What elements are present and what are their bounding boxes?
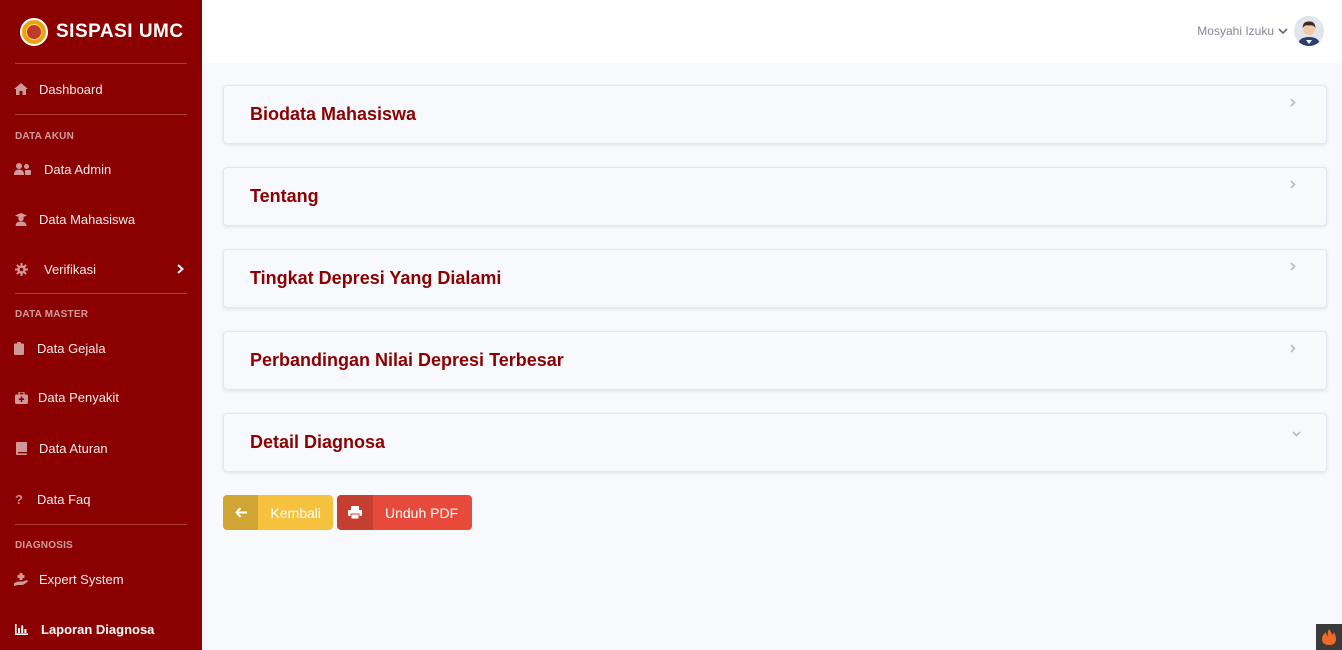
sidebar-item-data-aturan[interactable]: Data Aturan (0, 423, 202, 474)
sidebar-item-data-gejala[interactable]: Data Gejala (0, 324, 202, 372)
back-button[interactable]: Kembali (223, 495, 333, 530)
avatar[interactable] (1294, 16, 1324, 46)
back-button-label: Kembali (270, 504, 321, 521)
accordion-tingkat-depresi[interactable]: Tingkat Depresi Yang Dialami (223, 249, 1327, 308)
sidebar-heading-diagnosis: DIAGNOSIS (15, 540, 73, 551)
accordion-detail-diagnosa[interactable]: Detail Diagnosa (223, 413, 1327, 472)
brand-logo-icon (20, 17, 48, 46)
brand-title: SISPASI UMC (56, 20, 184, 42)
clipboard-icon (14, 341, 24, 355)
chevron-right-icon (1290, 262, 1300, 272)
download-pdf-label: Unduh PDF (385, 504, 459, 521)
sidebar-item-verifikasi[interactable]: Verifikasi (0, 245, 202, 293)
sidebar-item-label: Verifikasi (44, 261, 97, 277)
sidebar-item-label: Data Mahasiswa (39, 211, 136, 227)
sidebar-item-data-admin[interactable]: Data Admin (0, 145, 202, 193)
chevron-down-icon (1292, 428, 1302, 438)
chevron-right-icon (1290, 344, 1300, 354)
accordion-tentang[interactable]: Tentang (223, 167, 1327, 226)
home-icon (14, 82, 28, 96)
sidebar-item-label: Data Admin (44, 161, 112, 177)
sidebar: SISPASI UMC Dashboard DATA AKUN Data Adm… (0, 0, 202, 650)
arrow-left-icon (223, 495, 259, 530)
sidebar-item-label: Laporan Diagnosa (41, 621, 155, 637)
sidebar-item-label: Data Gejala (37, 340, 106, 356)
sidebar-item-dashboard[interactable]: Dashboard (0, 64, 202, 114)
sidebar-item-label: Data Penyakit (38, 390, 119, 405)
sidebar-item-laporan-diagnosa[interactable]: Laporan Diagnosa (0, 603, 202, 650)
question-icon: ? (15, 491, 23, 507)
section-title: Tingkat Depresi Yang Dialami (250, 268, 502, 288)
users-cog-icon (14, 162, 32, 176)
hand-holding-medical-icon (14, 572, 28, 586)
sidebar-item-data-faq[interactable]: ? Data Faq (0, 474, 202, 524)
user-dropdown[interactable]: Mosyahi Izuku (1197, 16, 1324, 46)
sidebar-heading-data-akun: DATA AKUN (15, 131, 75, 142)
section-title: Detail Diagnosa (250, 432, 386, 452)
accordion-perbandingan-nilai[interactable]: Perbandingan Nilai Depresi Terbesar (223, 331, 1327, 390)
topbar: Mosyahi Izuku (202, 0, 1342, 63)
chevron-right-icon (1290, 180, 1300, 190)
sidebar-item-label: Dashboard (39, 81, 103, 97)
section-title: Biodata Mahasiswa (250, 104, 417, 124)
chevron-down-icon (1278, 22, 1288, 40)
user-name: Mosyahi Izuku (1197, 24, 1274, 38)
section-title: Perbandingan Nilai Depresi Terbesar (250, 350, 564, 370)
sidebar-item-label: Data Aturan (39, 441, 108, 456)
section-title: Tentang (250, 186, 319, 206)
print-icon (337, 495, 373, 530)
chart-bar-icon (14, 622, 28, 636)
chevron-right-icon (177, 261, 185, 277)
sidebar-item-label: Data Faq (37, 491, 91, 507)
accordion-biodata-mahasiswa[interactable]: Biodata Mahasiswa (223, 85, 1327, 144)
sidebar-item-data-mahasiswa[interactable]: Data Mahasiswa (0, 193, 202, 245)
book-icon (14, 442, 28, 456)
sidebar-heading-data-master: DATA MASTER (15, 309, 89, 320)
main-content: Biodata Mahasiswa Tentang Tingkat Depres… (202, 63, 1342, 650)
user-graduate-icon (14, 212, 28, 226)
sidebar-item-data-penyakit[interactable]: Data Penyakit (0, 372, 202, 423)
sidebar-item-expert-system[interactable]: Expert System (0, 555, 202, 603)
brand[interactable]: SISPASI UMC (0, 0, 202, 63)
sidebar-item-label: Expert System (39, 571, 124, 587)
medkit-icon (14, 391, 28, 405)
download-pdf-button[interactable]: Unduh PDF (337, 495, 472, 530)
fire-icon (1316, 624, 1342, 650)
cog-icon (14, 262, 28, 276)
chevron-right-icon (1290, 98, 1300, 108)
